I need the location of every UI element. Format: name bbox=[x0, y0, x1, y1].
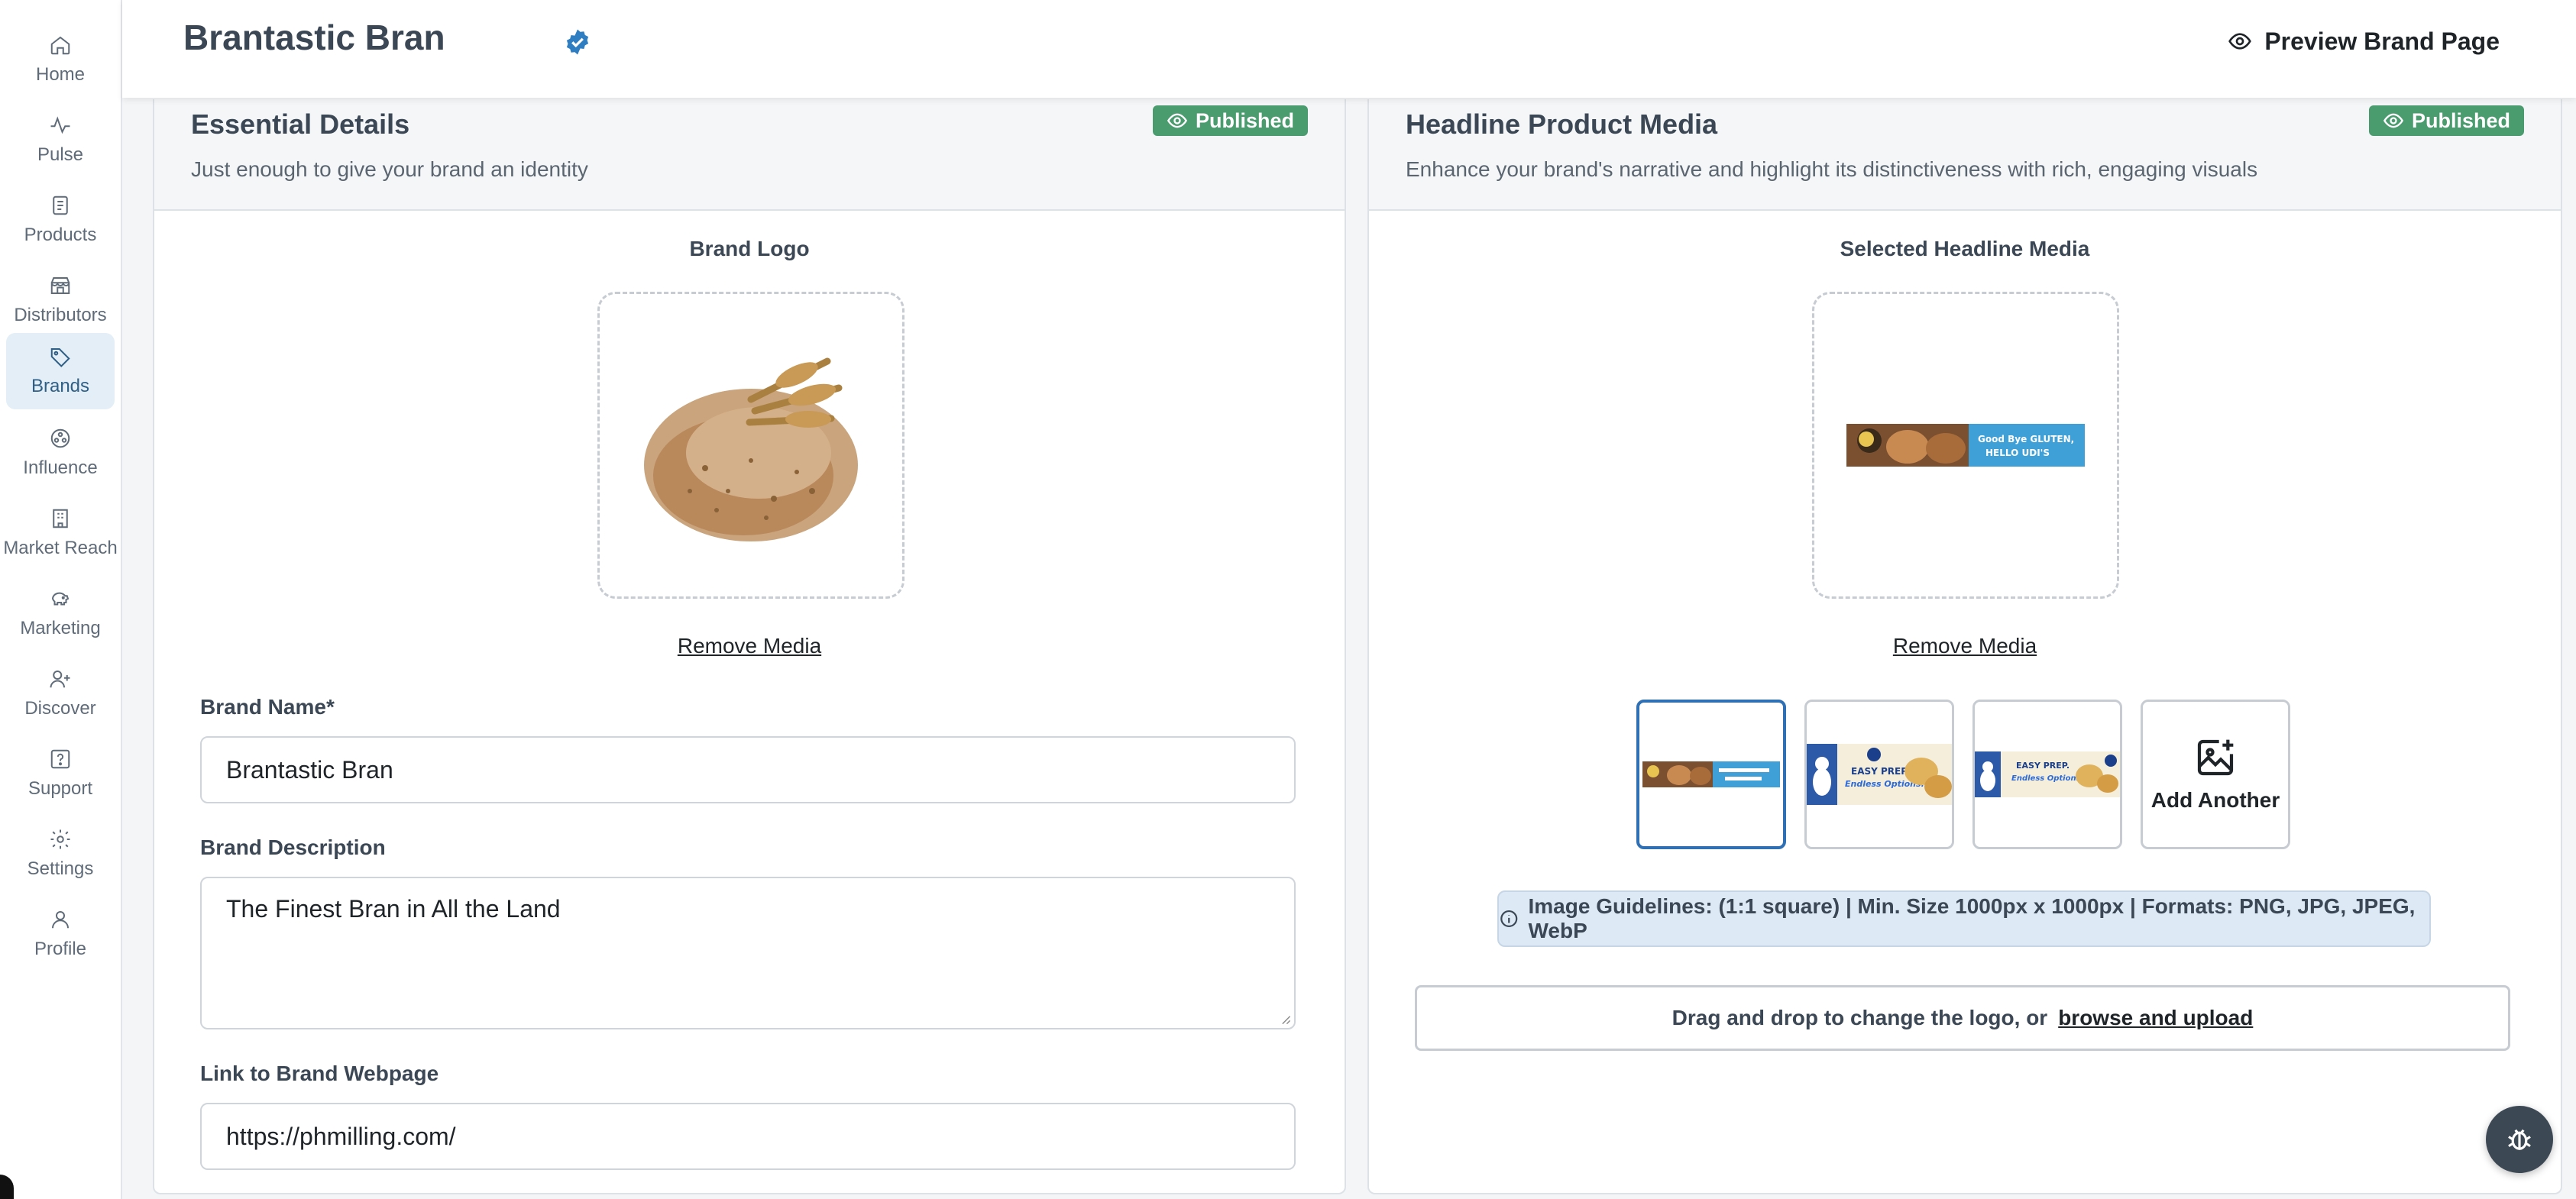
status-text: Published bbox=[2411, 108, 2510, 132]
brand-description-textarea[interactable]: The Finest Bran in All the Land bbox=[200, 877, 1296, 1029]
user-icon bbox=[52, 911, 69, 929]
sidebar-item-label: Products bbox=[24, 225, 97, 245]
remove-media-link[interactable]: Remove Media bbox=[1369, 634, 2561, 658]
sidebar-item-label: Marketing bbox=[20, 618, 101, 638]
brand-logo-image bbox=[644, 357, 858, 541]
headline-media-dropzone[interactable]: Good Bye GLUTEN, HELLO UDI'S bbox=[1812, 292, 2119, 599]
pulse-icon bbox=[50, 116, 70, 134]
svg-text:Good Bye GLUTEN,: Good Bye GLUTEN, bbox=[1978, 434, 2074, 444]
brand-description-label: Brand Description bbox=[200, 835, 386, 859]
sidebar-item-support[interactable]: Support bbox=[6, 735, 115, 812]
sidebar-item-settings[interactable]: Settings bbox=[6, 816, 115, 892]
brand-logo-label: Brand Logo bbox=[689, 237, 810, 260]
sidebar-item-label: Profile bbox=[34, 939, 87, 959]
preview-label: Preview Brand Page bbox=[2264, 27, 2500, 55]
sidebar-item-label: Influence bbox=[23, 457, 98, 478]
piggy-bank-icon bbox=[51, 592, 70, 606]
headline-banner-image: Good Bye GLUTEN, HELLO UDI'S bbox=[1846, 424, 2085, 467]
brand-name-label: Brand Name* bbox=[200, 695, 335, 719]
browse-upload-link[interactable]: browse and upload bbox=[2058, 1006, 2253, 1030]
thumbnail-image bbox=[1642, 761, 1780, 787]
add-image-icon bbox=[2197, 739, 2234, 776]
sidebar-item-brands[interactable]: Brands bbox=[6, 333, 115, 409]
eye-icon bbox=[2228, 33, 2252, 50]
influence-icon bbox=[50, 428, 70, 448]
add-another-label: Add Another bbox=[2150, 788, 2280, 812]
sidebar-item-label: Settings bbox=[27, 858, 94, 879]
sidebar-item-label: Support bbox=[28, 778, 93, 799]
card-title: Headline Product Media bbox=[1406, 108, 1718, 140]
bug-icon bbox=[2508, 1129, 2531, 1150]
help-icon bbox=[50, 749, 70, 769]
add-another-media-button[interactable]: Add Another bbox=[2141, 700, 2290, 849]
product-box-icon bbox=[53, 196, 68, 215]
sidebar-item-label: Pulse bbox=[37, 144, 84, 165]
building-icon bbox=[53, 509, 68, 528]
brand-webpage-label: Link to Brand Webpage bbox=[200, 1062, 439, 1085]
sidebar-item-label: Brands bbox=[31, 376, 90, 396]
eye-icon bbox=[2383, 113, 2403, 128]
card-title: Essential Details bbox=[191, 108, 410, 140]
store-icon bbox=[50, 277, 70, 294]
essential-details-card: Essential Details Just enough to give yo… bbox=[153, 99, 1346, 1194]
guidelines-text: Image Guidelines: (1:1 square) | Min. Si… bbox=[1528, 894, 2416, 942]
selected-media-label: Selected Headline Media bbox=[1840, 237, 2090, 260]
sidebar-item-label: Distributors bbox=[14, 305, 107, 325]
card-subtitle: Enhance your brand's narrative and highl… bbox=[1406, 157, 2258, 181]
user-plus-icon bbox=[50, 671, 70, 688]
sidebar-item-discover[interactable]: Discover bbox=[6, 655, 115, 732]
sidebar: Home Pulse Products Distributors Brands … bbox=[0, 0, 122, 1199]
svg-text:HELLO UDI'S: HELLO UDI'S bbox=[1985, 448, 2050, 458]
resize-grip-icon[interactable] bbox=[1280, 1014, 1291, 1025]
dropzone-text: Drag and drop to change the logo, or bbox=[1671, 1006, 2048, 1029]
thumbnail-image: EASY PREP. Endless Options. bbox=[1807, 744, 1952, 805]
brand-logo-dropzone[interactable] bbox=[597, 292, 905, 599]
media-thumbnail-2[interactable]: EASY PREP. Endless Options. bbox=[1804, 700, 1954, 849]
sidebar-item-label: Market Reach bbox=[3, 538, 118, 558]
upload-dropzone[interactable]: Drag and drop to change the logo, or bro… bbox=[1415, 985, 2510, 1051]
sidebar-item-distributors[interactable]: Distributors bbox=[6, 262, 115, 338]
image-guidelines-notice: Image Guidelines: (1:1 square) | Min. Si… bbox=[1497, 890, 2431, 947]
remove-logo-link[interactable]: Remove Media bbox=[154, 634, 1345, 658]
card-subtitle: Just enough to give your brand an identi… bbox=[191, 157, 588, 181]
brand-webpage-input[interactable]: https://phmilling.com/ bbox=[200, 1103, 1296, 1170]
sidebar-item-label: Discover bbox=[24, 698, 96, 719]
status-badge: Published bbox=[2368, 105, 2524, 136]
status-text: Published bbox=[1195, 108, 1294, 132]
page-title: Brantastic Bran bbox=[183, 18, 445, 57]
home-icon bbox=[50, 36, 70, 55]
sidebar-item-market-reach[interactable]: Market Reach bbox=[3, 495, 118, 571]
svg-text:Endless Options.: Endless Options. bbox=[2011, 774, 2083, 783]
verified-badge-icon bbox=[566, 29, 589, 55]
card-header: Headline Product Media Enhance your bran… bbox=[1369, 99, 2561, 211]
media-thumbnail-1[interactable] bbox=[1636, 700, 1786, 849]
page-header: Brantastic Bran Preview Brand Page bbox=[122, 0, 2576, 98]
headline-media-card: Headline Product Media Enhance your bran… bbox=[1367, 99, 2562, 1194]
svg-text:EASY PREP.: EASY PREP. bbox=[1851, 766, 1909, 777]
brand-name-input[interactable]: Brantastic Bran bbox=[200, 736, 1296, 803]
tag-icon bbox=[50, 348, 70, 367]
brand-description-text: The Finest Bran in All the Land bbox=[226, 895, 561, 923]
gear-icon bbox=[50, 829, 70, 849]
status-badge: Published bbox=[1152, 105, 1308, 136]
sidebar-item-label: Home bbox=[35, 64, 86, 85]
info-icon bbox=[1500, 910, 1518, 928]
thumbnail-image: EASY PREP. Endless Options. bbox=[1975, 751, 2120, 797]
sidebar-item-marketing[interactable]: Marketing bbox=[6, 575, 115, 651]
eye-icon bbox=[1167, 113, 1187, 128]
sidebar-item-profile[interactable]: Profile bbox=[6, 896, 115, 972]
sidebar-item-pulse[interactable]: Pulse bbox=[6, 102, 115, 178]
svg-text:EASY PREP.: EASY PREP. bbox=[2016, 761, 2070, 771]
card-header: Essential Details Just enough to give yo… bbox=[154, 99, 1345, 211]
sidebar-item-home[interactable]: Home bbox=[6, 21, 115, 98]
media-thumbnail-3[interactable]: EASY PREP. Endless Options. bbox=[1972, 700, 2122, 849]
bug-report-button[interactable] bbox=[2486, 1106, 2553, 1173]
sidebar-item-influence[interactable]: Influence bbox=[6, 415, 115, 491]
sidebar-item-products[interactable]: Products bbox=[6, 182, 115, 258]
preview-brand-page-button[interactable]: Preview Brand Page bbox=[2228, 21, 2500, 61]
